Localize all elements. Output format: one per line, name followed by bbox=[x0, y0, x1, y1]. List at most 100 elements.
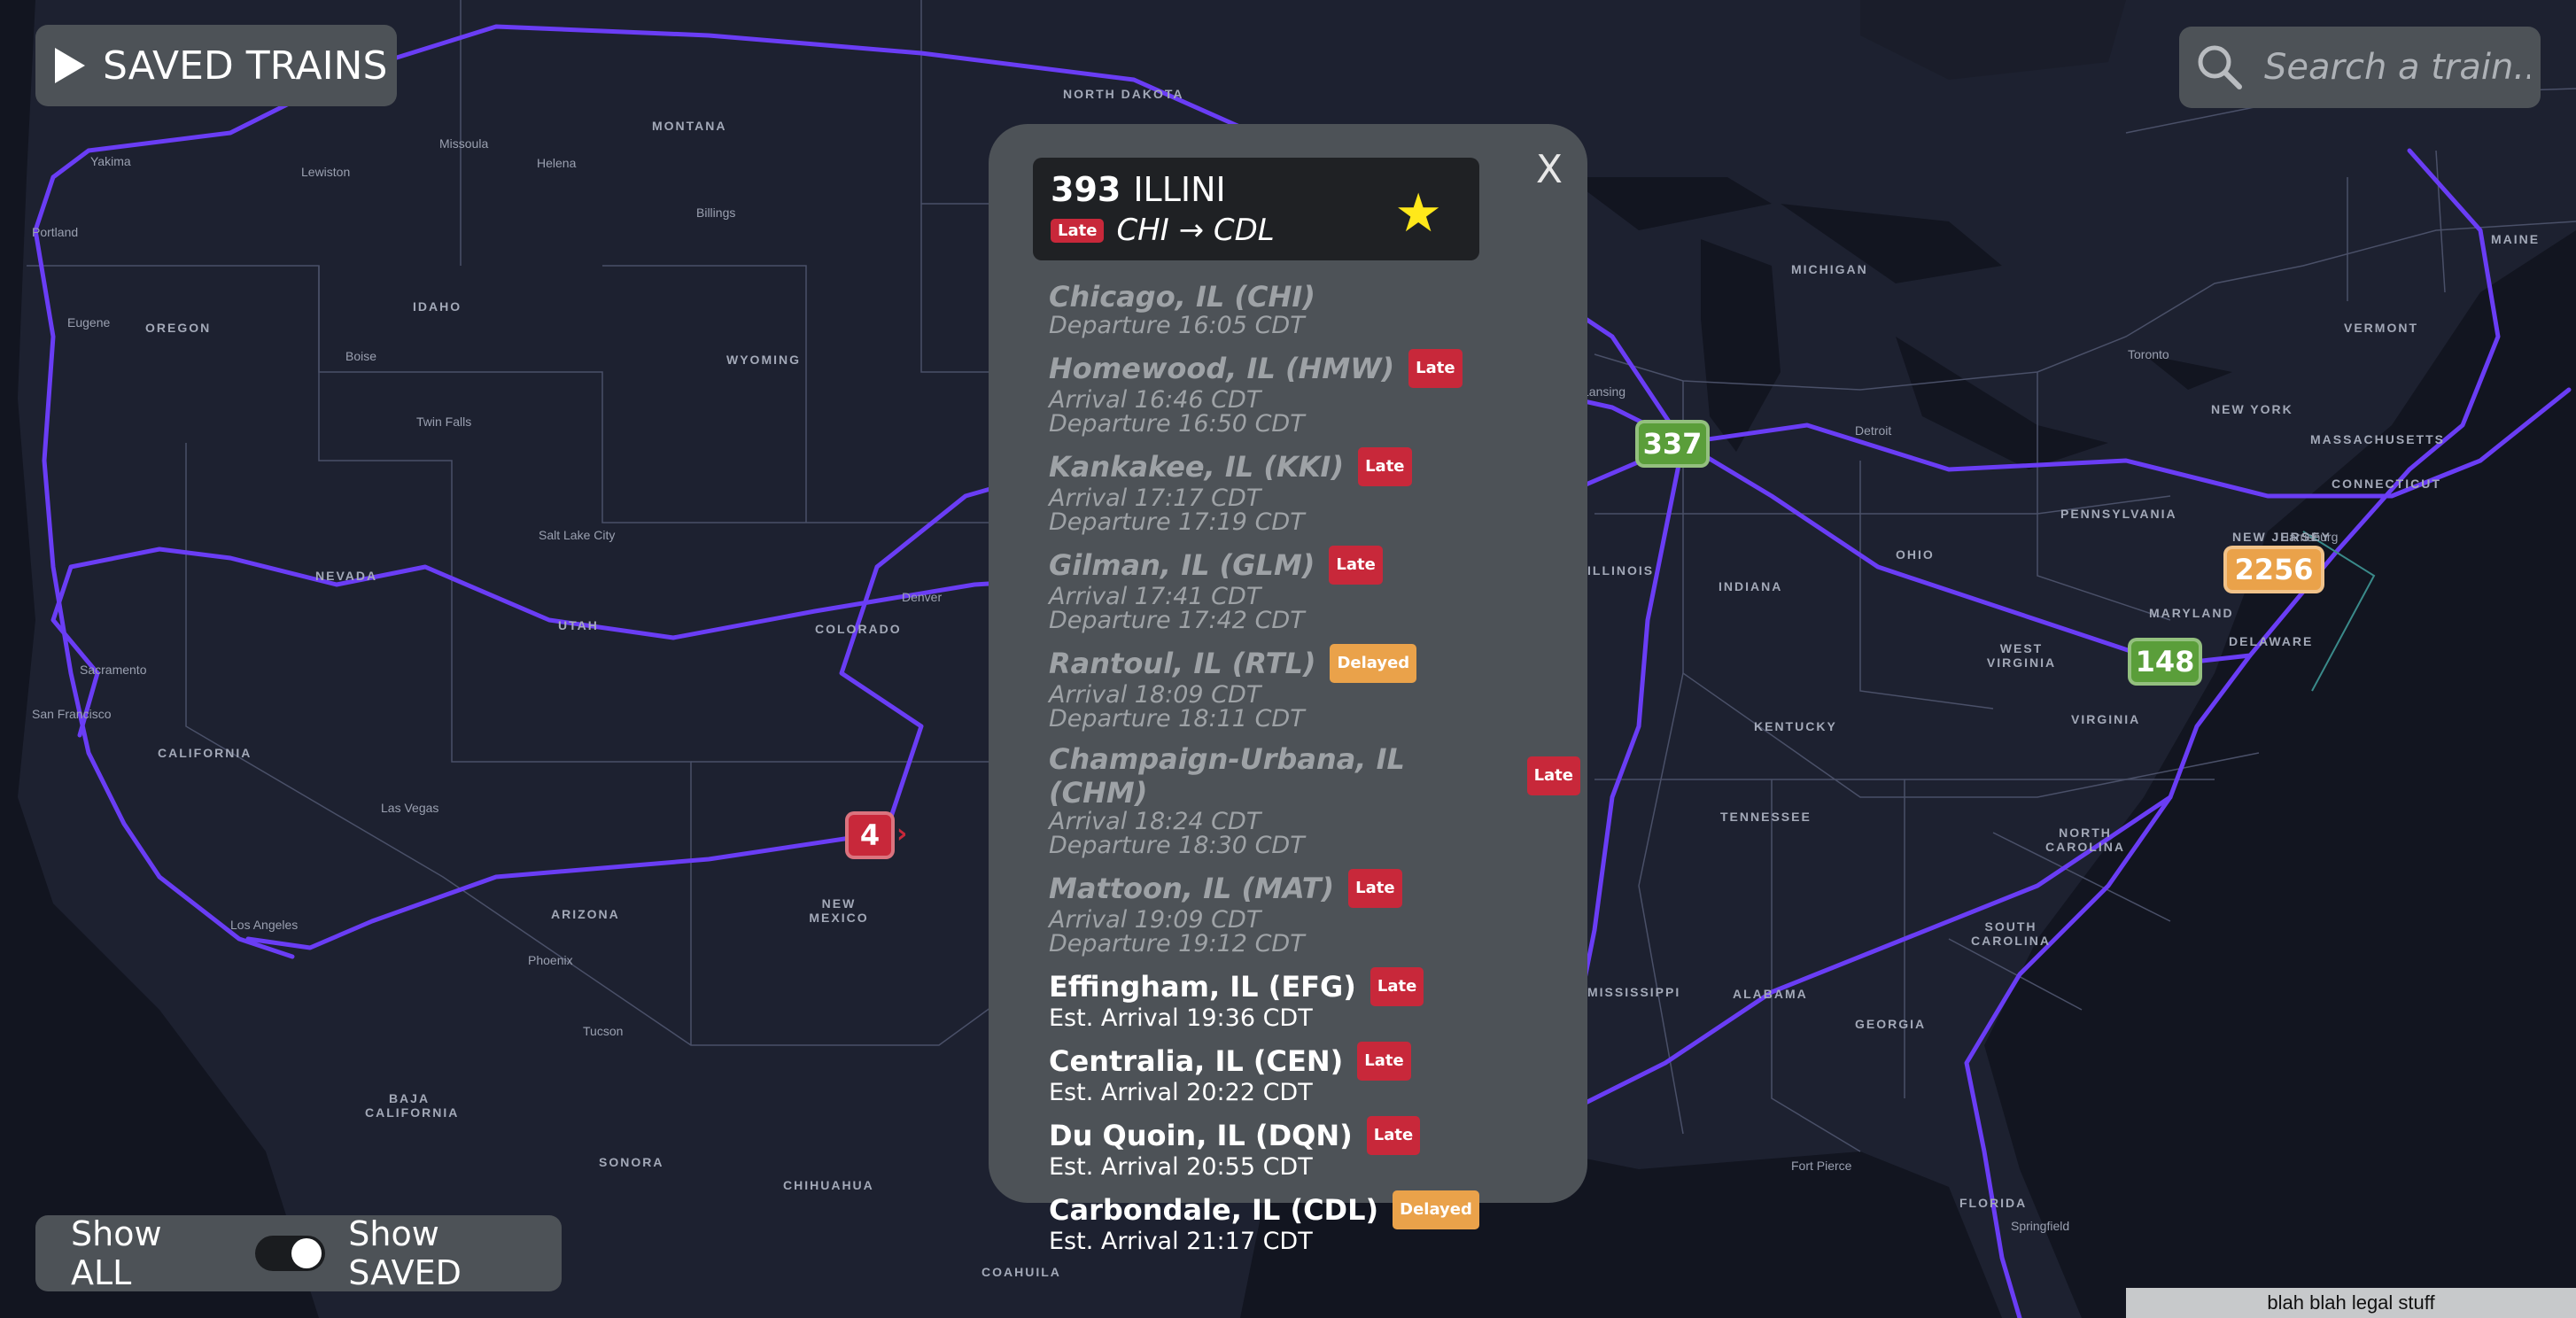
stop-name-row: Kankakee, IL (KKI) Late bbox=[1049, 447, 1580, 486]
map-label-baja-california: BAJA CALIFORNIA bbox=[365, 1091, 460, 1120]
stop-status-badge: Late bbox=[1526, 756, 1580, 795]
train-route: CHI → CDL bbox=[1116, 213, 1275, 248]
map-label-wyoming: WYOMING bbox=[726, 353, 801, 367]
stop-time: Est. Arrival 20:55 CDT bbox=[1049, 1153, 1313, 1181]
show-all-label[interactable]: Show ALL bbox=[71, 1214, 232, 1292]
star-icon[interactable]: ★ bbox=[1394, 182, 1442, 244]
stop-item: Rantoul, IL (RTL) Delayed Arrival 18:09 CD… bbox=[1049, 644, 1580, 731]
map-city-label: Boise bbox=[345, 349, 377, 363]
stop-name-row: Rantoul, IL (RTL) Delayed bbox=[1049, 644, 1580, 683]
train-header-card: 393 ILLINI Late CHI → CDL ★ bbox=[1033, 158, 1479, 260]
close-button[interactable]: X bbox=[1536, 147, 1563, 192]
saved-trains-button[interactable]: SAVED TRAINS bbox=[35, 25, 397, 106]
map-city-label: Billings bbox=[696, 205, 736, 220]
stop-status-badge: Late bbox=[1357, 1042, 1411, 1081]
map-city-label: Eugene bbox=[67, 315, 111, 330]
map-label-georgia: GEORGIA bbox=[1855, 1017, 1927, 1031]
stop-name-row: Centralia, IL (CEN) Late bbox=[1049, 1042, 1580, 1081]
map-city-label: Portland bbox=[32, 225, 79, 239]
train-number: 393 bbox=[1051, 170, 1121, 209]
stop-status-badge: Delayed bbox=[1330, 644, 1417, 683]
map-label-alabama: ALABAMA bbox=[1733, 987, 1808, 1001]
stop-name-row: Effingham, IL (EFG) Late bbox=[1049, 967, 1580, 1006]
map-city-label: Twin Falls bbox=[416, 415, 472, 429]
map-label-pennsylvania: PENNSYLVANIA bbox=[2060, 507, 2177, 521]
stop-name-row: Chicago, IL (CHI) bbox=[1049, 280, 1580, 314]
map-city-label: Springfield bbox=[2011, 1219, 2070, 1233]
map-city-label: Detroit bbox=[1855, 423, 1892, 438]
map-label-kentucky: KENTUCKY bbox=[1754, 719, 1837, 733]
map-label-idaho: IDAHO bbox=[413, 299, 462, 314]
map-label-chihuahua: CHIHUAHUA bbox=[783, 1178, 874, 1192]
stop-name: Centralia, IL (CEN) bbox=[1049, 1044, 1344, 1078]
map-label-connecticut: CONNECTICUT bbox=[2332, 477, 2441, 491]
show-saved-label[interactable]: Show SAVED bbox=[348, 1214, 562, 1292]
stop-time: Departure 19:12 CDT bbox=[1049, 930, 1305, 957]
stop-time: Arrival 16:46 CDT bbox=[1049, 386, 1261, 414]
stop-time: Departure 18:30 CDT bbox=[1049, 832, 1305, 859]
map-label-north-dakota: NORTH DAKOTA bbox=[1063, 87, 1184, 101]
map-city-label: Harrisburg bbox=[2280, 530, 2339, 544]
map-city-label: San Francisco bbox=[32, 707, 112, 721]
map-label-nevada: NEVADA bbox=[315, 569, 378, 583]
stop-time: Est. Arrival 21:17 CDT bbox=[1049, 1228, 1313, 1255]
stop-item: Champaign-Urbana, IL (CHM) Late Arrival 18… bbox=[1049, 742, 1580, 857]
map-label-florida: FLORIDA bbox=[1959, 1196, 2028, 1210]
show-toggle-bar: Show ALL Show SAVED bbox=[35, 1214, 562, 1292]
map-label-maryland: MARYLAND bbox=[2149, 606, 2234, 620]
stop-time: Departure 16:50 CDT bbox=[1049, 410, 1305, 438]
stop-item: Mattoon, IL (MAT) Late Arrival 19:09 CDT De… bbox=[1049, 869, 1580, 956]
map-city-label: Toronto bbox=[2128, 347, 2169, 361]
stop-time: Arrival 18:24 CDT bbox=[1049, 808, 1261, 835]
stop-name-row: Homewood, IL (HMW) Late bbox=[1049, 349, 1580, 388]
train-marker-2256[interactable]: 2256 bbox=[2223, 546, 2324, 593]
map-label-south-carolina: SOUTH CAROLINA bbox=[1971, 919, 2051, 948]
stop-time: Est. Arrival 19:36 CDT bbox=[1049, 1004, 1313, 1032]
stop-time: Departure 18:11 CDT bbox=[1049, 705, 1305, 733]
stop-time: Arrival 18:09 CDT bbox=[1049, 681, 1261, 709]
stop-item: Gilman, IL (GLM) Late Arrival 17:41 CDT Dep… bbox=[1049, 546, 1580, 632]
play-icon bbox=[55, 48, 85, 83]
train-name: ILLINI bbox=[1133, 170, 1226, 209]
stop-name: Champaign-Urbana, IL (CHM) bbox=[1049, 742, 1405, 810]
map-label-montana: MONTANA bbox=[652, 119, 727, 133]
map-city-label: Helena bbox=[537, 156, 577, 170]
show-saved-toggle[interactable] bbox=[254, 1236, 326, 1271]
stop-status-badge: Late bbox=[1329, 546, 1383, 585]
map-city-label: Lansing bbox=[1582, 384, 1626, 399]
map-city-label: Los Angeles bbox=[230, 918, 299, 932]
stop-name: Homewood, IL (HMW) bbox=[1049, 352, 1395, 385]
search-input[interactable] bbox=[2262, 46, 2532, 89]
stop-status-badge: Late bbox=[1408, 349, 1463, 388]
map-city-label: Yakima bbox=[90, 154, 131, 168]
stop-time: Departure 16:05 CDT bbox=[1049, 312, 1305, 339]
map-label-colorado: COLORADO bbox=[815, 622, 902, 636]
stop-item: Centralia, IL (CEN) Late Est. Arrival 20:2… bbox=[1049, 1042, 1580, 1105]
train-marker-337[interactable]: 337 bbox=[1635, 420, 1710, 468]
search-box[interactable] bbox=[2179, 27, 2541, 108]
stop-name: Kankakee, IL (KKI) bbox=[1049, 450, 1345, 484]
stop-status-badge: Late bbox=[1348, 869, 1402, 908]
map-label-new-mexico: NEW MEXICO bbox=[809, 896, 869, 925]
map-label-delaware: DELAWARE bbox=[2229, 634, 2314, 648]
map-label-new-york: NEW YORK bbox=[2211, 402, 2293, 416]
stop-name: Du Quoin, IL (DQN) bbox=[1049, 1119, 1353, 1152]
map-label-utah: UTAH bbox=[558, 618, 599, 632]
train-status-badge: Late bbox=[1051, 218, 1105, 243]
stop-time: Departure 17:42 CDT bbox=[1049, 607, 1305, 634]
map-label-massachusetts: MASSACHUSETTS bbox=[2310, 432, 2446, 446]
map-label-oregon: OREGON bbox=[145, 321, 212, 335]
train-marker-4[interactable]: 4 bbox=[845, 811, 895, 859]
map-label-california: CALIFORNIA bbox=[158, 746, 252, 760]
stop-item: Homewood, IL (HMW) Late Arrival 16:46 CDT D… bbox=[1049, 349, 1580, 436]
stop-status-badge: Late bbox=[1358, 447, 1412, 486]
stop-time: Arrival 17:17 CDT bbox=[1049, 485, 1261, 512]
stop-name-row: Mattoon, IL (MAT) Late bbox=[1049, 869, 1580, 908]
stop-time: Est. Arrival 20:22 CDT bbox=[1049, 1079, 1313, 1106]
stop-item: Kankakee, IL (KKI) Late Arrival 17:17 CDT D… bbox=[1049, 447, 1580, 534]
map-city-label: Lewiston bbox=[301, 165, 351, 179]
train-marker-148[interactable]: 148 bbox=[2128, 638, 2202, 686]
stop-item: Effingham, IL (EFG) Late Est. Arrival 19:3… bbox=[1049, 967, 1580, 1030]
map-label-mississippi: MISSISSIPPI bbox=[1587, 985, 1681, 999]
map-city-label: Las Vegas bbox=[381, 801, 439, 815]
